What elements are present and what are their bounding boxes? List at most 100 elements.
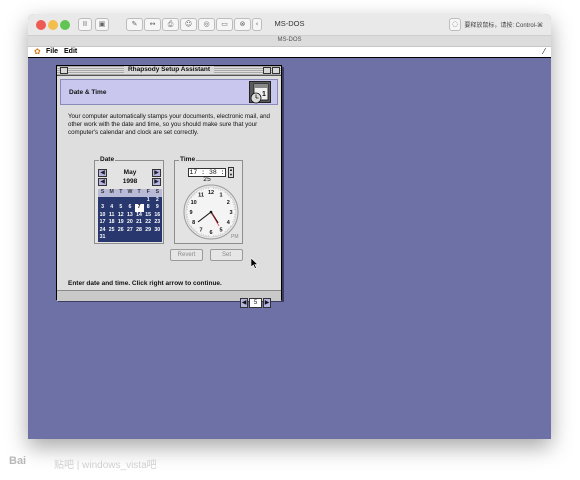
- next-month-button[interactable]: ▶: [152, 169, 161, 177]
- calendar-day[interactable]: 23: [153, 219, 162, 227]
- calendar-day[interactable]: 28: [135, 227, 144, 235]
- time-group: Time 17 : 38 : 25 ▲ ▼ 12 1 2 3 4 5 6 7 8 9 10 11 PM: [174, 156, 243, 244]
- calendar-day[interactable]: 22: [144, 219, 153, 227]
- calendar-day[interactable]: 14: [135, 212, 144, 220]
- calendar-day[interactable]: 2: [153, 197, 162, 205]
- calendar-day[interactable]: 26: [116, 227, 125, 235]
- calendar-day[interactable]: 8: [144, 204, 153, 212]
- calendar-day[interactable]: 24: [98, 227, 107, 235]
- calendar-day[interactable]: 25: [107, 227, 116, 235]
- clock-number: 8: [192, 220, 195, 226]
- time-stepper[interactable]: ▲ ▼: [228, 167, 234, 178]
- clock-tick: [192, 195, 194, 197]
- calendar-day[interactable]: 5: [116, 204, 125, 212]
- calendar-day[interactable]: 18: [107, 219, 116, 227]
- weekday-label: S: [155, 189, 160, 195]
- calendar-empty-cell: [125, 197, 134, 205]
- clock-number: 7: [199, 227, 202, 233]
- year-value: 1998: [122, 178, 138, 185]
- calendar-empty-cell: [107, 234, 116, 242]
- clock-number: 9: [189, 210, 192, 216]
- assistant-collapse-box[interactable]: [272, 67, 280, 74]
- calendar-day[interactable]: 7: [134, 204, 144, 212]
- clock-tick: [208, 187, 209, 189]
- assistant-window-title: Rhapsody Setup Assistant: [123, 66, 215, 73]
- month-value: May: [123, 169, 137, 176]
- clock-tick: [194, 229, 196, 231]
- clock-tick: [186, 209, 188, 210]
- clock-number: 1: [219, 193, 222, 199]
- clock-tick: [215, 188, 217, 189]
- calendar-empty-cell: [107, 197, 116, 205]
- clock-tick: [186, 214, 188, 215]
- calendar-day[interactable]: 17: [98, 219, 107, 227]
- clock-tick: [205, 188, 207, 189]
- clock-tick: [213, 187, 214, 189]
- calendar-day[interactable]: 6: [125, 204, 134, 212]
- apple-menu-icon[interactable]: ✿: [34, 47, 41, 56]
- svg-text:1: 1: [262, 91, 266, 98]
- calendar-day[interactable]: 29: [144, 227, 153, 235]
- calendar-day[interactable]: 15: [144, 212, 153, 220]
- weekday-label: S: [100, 189, 105, 195]
- clock-number: 3: [229, 210, 232, 216]
- calendar-day[interactable]: 31: [98, 234, 107, 242]
- weekday-label: W: [127, 189, 133, 195]
- calendar-week-row: 10 11 12 13 14 15 16: [98, 211, 162, 220]
- next-year-button[interactable]: ▶: [152, 178, 161, 186]
- menu-file[interactable]: File: [46, 48, 58, 55]
- assistant-titlebar[interactable]: Rhapsody Setup Assistant: [57, 66, 281, 76]
- clock-tick: [233, 204, 235, 205]
- clock-tick: [228, 227, 230, 229]
- calendar-empty-cell: [116, 234, 125, 242]
- calendar-week-row: 31: [98, 234, 162, 242]
- calendar-empty-cell: [144, 234, 153, 242]
- calendar-day[interactable]: 3: [98, 204, 107, 212]
- previous-page-button[interactable]: ◀: [240, 298, 248, 308]
- calendar-day[interactable]: 30: [153, 227, 162, 235]
- calendar-empty-cell: [153, 234, 162, 242]
- clock-tick: [196, 231, 198, 232]
- clock-tick: [188, 221, 190, 223]
- calendar-day[interactable]: 10: [98, 212, 107, 220]
- menu-edit[interactable]: Edit: [64, 48, 77, 55]
- revert-button[interactable]: Revert: [170, 249, 203, 261]
- clock-tick: [203, 234, 204, 236]
- next-page-button[interactable]: ▶: [263, 298, 271, 308]
- assistant-header: Date & Time 1: [60, 79, 278, 105]
- clock-tick: [187, 204, 189, 205]
- clock-tick: [230, 197, 231, 199]
- calendar-day[interactable]: 1: [144, 197, 153, 205]
- lock-icon[interactable]: ◌: [449, 18, 461, 31]
- clock-tick: [188, 201, 190, 203]
- calendar-day[interactable]: 13: [125, 212, 134, 220]
- application-menu-icon[interactable]: ⁄: [544, 47, 545, 56]
- calendar-day[interactable]: 9: [153, 204, 162, 212]
- clock-tick: [234, 209, 236, 210]
- clock-tick: [194, 193, 196, 195]
- page-number: 5: [249, 298, 262, 308]
- prev-year-button[interactable]: ◀: [98, 178, 107, 186]
- calendar-day[interactable]: 21: [135, 219, 144, 227]
- calendar-day[interactable]: 27: [125, 227, 134, 235]
- calendar-weekday-header: SMTWTFS: [98, 189, 162, 197]
- calendar-day[interactable]: 20: [125, 219, 134, 227]
- calendar-grid: S M T W T F S 1 2 3 4 5 6 7 8 9 10 11 12 13 14 15 16 17 18 19 20 21…: [98, 189, 162, 242]
- calendar-day[interactable]: 4: [107, 204, 116, 212]
- calendar-empty-cell: [116, 197, 125, 205]
- setup-assistant-window: Rhapsody Setup Assistant Date & Time 1 Y…: [56, 65, 282, 301]
- calendar-day[interactable]: 19: [116, 219, 125, 227]
- weekday-label: F: [146, 189, 150, 195]
- calendar-day[interactable]: 12: [116, 212, 125, 220]
- time-input[interactable]: 17 : 38 : 25: [188, 168, 226, 183]
- clock-calendar-icon: 1: [249, 81, 271, 104]
- calendar-day[interactable]: 11: [107, 212, 116, 220]
- calendar-empty-cell: [135, 197, 144, 205]
- clock-number: 2: [227, 200, 230, 206]
- calendar-day[interactable]: 16: [153, 212, 162, 220]
- assistant-zoom-box[interactable]: [263, 67, 271, 74]
- set-button[interactable]: Set: [210, 249, 243, 261]
- calendar-week-row: 12: [98, 196, 162, 205]
- host-tab-title[interactable]: MS-DOS: [28, 37, 551, 43]
- prev-month-button[interactable]: ◀: [98, 169, 107, 177]
